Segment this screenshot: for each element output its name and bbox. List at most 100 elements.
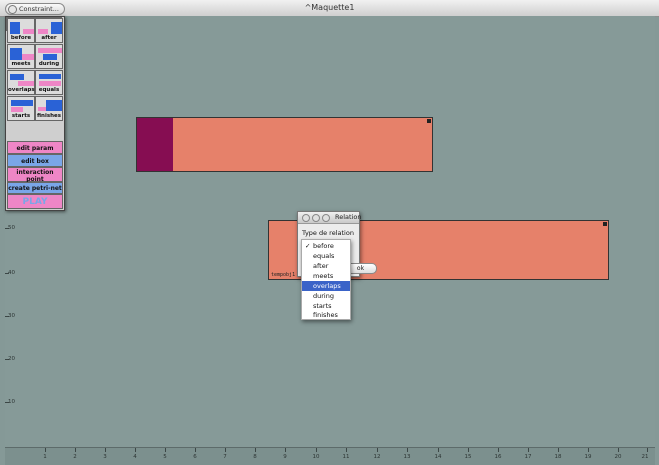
checkmark-icon: ✓ (305, 242, 311, 250)
y-label: 10 (8, 399, 15, 405)
relation-label: overlaps (8, 87, 35, 93)
block-icon (10, 48, 22, 60)
close-icon[interactable] (302, 214, 310, 222)
x-label: 9 (283, 454, 287, 460)
x-label: 7 (223, 454, 227, 460)
x-label: 1 (43, 454, 47, 460)
zoom-icon[interactable] (322, 214, 330, 222)
x-tick (225, 448, 226, 452)
interaction-point-button[interactable]: interaction point (7, 167, 63, 183)
block-icon (38, 107, 46, 111)
x-tick (165, 448, 166, 452)
window-title: ^Maquette1 (304, 3, 355, 12)
y-label: 30 (8, 313, 15, 319)
create-petri-net-button[interactable]: create petri-net (7, 182, 63, 194)
constraint-tab[interactable]: Constraint... (5, 3, 65, 15)
relation-before-button[interactable]: before (7, 18, 35, 43)
menu-item-label: before (313, 242, 334, 250)
relation-after-button[interactable]: after (35, 18, 63, 43)
x-tick (75, 448, 76, 452)
menu-item-finishes[interactable]: finishes (302, 310, 350, 320)
x-tick (255, 448, 256, 452)
menu-item-meets[interactable]: meets (302, 271, 350, 281)
resize-handle-icon[interactable] (427, 119, 431, 123)
x-tick (647, 448, 648, 452)
x-label: 2 (73, 454, 77, 460)
temporal-box-head[interactable] (137, 118, 173, 171)
x-tick (316, 448, 317, 452)
circle-icon (8, 5, 17, 14)
block-icon (22, 54, 34, 60)
block-icon (43, 54, 57, 60)
x-label: 10 (312, 454, 320, 460)
relation-label: meets (11, 61, 31, 67)
menu-item-during[interactable]: during (302, 291, 350, 301)
dialog-title: Relation (335, 213, 362, 221)
menu-item-before[interactable]: ✓ before (302, 241, 350, 251)
menu-item-label: during (313, 292, 334, 300)
menu-item-label: equals (313, 252, 335, 260)
x-label: 15 (464, 454, 472, 460)
block-icon (11, 107, 23, 112)
relation-finishes-button[interactable]: finishes (35, 96, 63, 121)
x-label: 12 (373, 454, 381, 460)
x-tick (468, 448, 469, 452)
time-ruler[interactable]: 1 2 3 4 5 6 7 8 9 10 11 12 13 14 15 16 1… (5, 447, 655, 465)
temporal-box-label: tempobj1 (271, 272, 296, 278)
menu-item-label: finishes (313, 311, 338, 319)
x-label: 6 (193, 454, 197, 460)
block-icon (51, 22, 62, 34)
x-label: 13 (403, 454, 411, 460)
menu-item-after[interactable]: after (302, 261, 350, 271)
minimize-icon[interactable] (312, 214, 320, 222)
menu-item-equals[interactable]: equals (302, 251, 350, 261)
x-label: 14 (434, 454, 442, 460)
x-label: 19 (584, 454, 592, 460)
relation-equals-button[interactable]: equals (35, 70, 63, 95)
edit-param-button[interactable]: edit param (7, 141, 63, 154)
block-icon (46, 100, 62, 111)
x-tick (588, 448, 589, 452)
menu-item-overlaps[interactable]: overlaps (302, 281, 350, 291)
relation-meets-button[interactable]: meets (7, 44, 35, 69)
play-button[interactable]: PLAY (7, 194, 63, 209)
x-label: 11 (342, 454, 350, 460)
y-label: 20 (8, 356, 15, 362)
relation-during-button[interactable]: during (35, 44, 63, 69)
relation-label: finishes (36, 113, 62, 119)
block-icon (38, 29, 48, 34)
dialog-titlebar[interactable]: Relation (298, 212, 362, 224)
constraint-tab-label: Constraint... (19, 5, 59, 13)
relation-overlaps-button[interactable]: overlaps (7, 70, 35, 95)
x-tick (135, 448, 136, 452)
relation-label: before (10, 35, 32, 41)
x-tick (558, 448, 559, 452)
relation-type-menu: ✓ before equals after meets overlaps dur… (301, 239, 351, 320)
x-label: 21 (641, 454, 649, 460)
relation-starts-button[interactable]: starts (7, 96, 35, 121)
edit-box-button[interactable]: edit box (7, 154, 63, 167)
y-label: 50 (8, 225, 15, 231)
temporal-box[interactable] (136, 117, 433, 172)
x-tick (377, 448, 378, 452)
relation-type-label: Type de relation (302, 229, 354, 237)
x-label: 8 (253, 454, 257, 460)
x-tick (528, 448, 529, 452)
x-label: 4 (133, 454, 137, 460)
x-label: 16 (494, 454, 502, 460)
constraint-palette: before after meets during overlaps equal… (5, 16, 65, 211)
menu-item-label: starts (313, 302, 332, 310)
relation-label: equals (38, 87, 60, 93)
x-label: 5 (163, 454, 167, 460)
x-label: 18 (554, 454, 562, 460)
x-label: 20 (614, 454, 622, 460)
x-label: 17 (524, 454, 532, 460)
x-label: 3 (103, 454, 107, 460)
resize-handle-icon[interactable] (603, 222, 607, 226)
menu-item-label: overlaps (313, 282, 341, 290)
x-tick (407, 448, 408, 452)
relation-label: during (38, 61, 60, 67)
block-icon (39, 74, 61, 79)
menu-item-label: meets (313, 272, 334, 280)
block-icon (39, 81, 61, 86)
